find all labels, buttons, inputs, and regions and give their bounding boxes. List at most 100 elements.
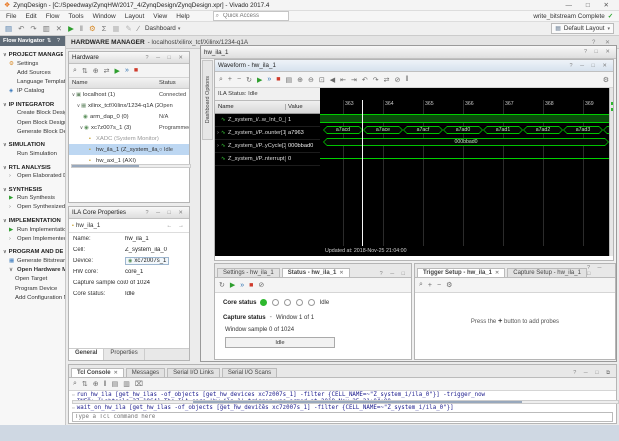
- sidebar-item-run-synthesis[interactable]: ▶Run Synthesis: [0, 194, 65, 203]
- save-icon[interactable]: ▤: [5, 24, 12, 33]
- sidebar-item-open-block-design[interactable]: Open Block Design: [0, 118, 65, 127]
- menu-flow[interactable]: Flow: [46, 13, 60, 20]
- menu-tools[interactable]: Tools: [68, 13, 83, 20]
- signal-row-interrupt[interactable]: ∿ Z_system_i/P..nterrupt_Out 0: [215, 153, 320, 166]
- collapse-icon[interactable]: ⇅: [82, 380, 88, 388]
- tree-row-localhost[interactable]: ∨ ▣ localhost (1) Connected: [69, 89, 189, 100]
- waveform-vscrollbar[interactable]: [609, 88, 613, 256]
- stop-icon[interactable]: ■: [249, 282, 253, 289]
- panel-window-controls[interactable]: ? ─ □ ✕: [146, 55, 186, 61]
- settings-gear-icon[interactable]: ⚙: [89, 24, 96, 33]
- sidebar-item-language-templates[interactable]: Language Templates: [0, 77, 65, 86]
- window-controls[interactable]: ? □ ✕: [584, 49, 613, 55]
- copy-icon[interactable]: ▤: [112, 380, 119, 388]
- export-icon[interactable]: ▤: [286, 76, 293, 84]
- dashboard-dropdown[interactable]: Dashboard ▾: [145, 25, 180, 32]
- add-probe-icon[interactable]: +: [428, 282, 432, 289]
- zoom-fit-icon[interactable]: ⊡: [319, 76, 325, 84]
- sidebar-item-open-implemented-design[interactable]: ›Open Implemented Des: [0, 234, 65, 243]
- tab-serial-io-scans[interactable]: Serial I/O Scans: [222, 368, 277, 377]
- edit-icon[interactable]: ✎: [125, 24, 131, 33]
- probe-icon[interactable]: ∕: [138, 24, 139, 33]
- tab-status[interactable]: Status - hw_ila_1✕: [282, 268, 350, 277]
- tab-tcl-console[interactable]: Tcl Console✕: [71, 368, 124, 377]
- waveform-settings-gear-icon[interactable]: ⚙: [603, 76, 609, 84]
- tcl-hscrollbar[interactable]: [72, 400, 619, 404]
- prev-next-icons[interactable]: ← →: [166, 223, 186, 229]
- sidebar-item-open-hardware-manager[interactable]: ∨Open Hardware Manag: [0, 266, 65, 275]
- sidebar-item-generate-bitstream[interactable]: ▦Generate Bitstream: [0, 256, 65, 265]
- refresh-icon[interactable]: ⇄: [104, 67, 110, 75]
- signal-row-led[interactable]: ∿ Z_system_i/..w_Int_0_LED 1: [215, 114, 320, 127]
- tab-trigger-setup[interactable]: Trigger Setup - hw_ila_1✕: [417, 268, 505, 277]
- refresh-icon[interactable]: ↻: [219, 281, 225, 289]
- hw-ila-window-titlebar[interactable]: hw_ila_1 ? □ ✕: [201, 46, 616, 59]
- tab-capture-setup[interactable]: Capture Setup - hw_ila_1: [507, 268, 587, 277]
- refresh-icon[interactable]: ↻: [246, 76, 252, 84]
- delete-icon[interactable]: ✕: [56, 24, 62, 33]
- menu-window[interactable]: Window: [93, 13, 116, 20]
- add-probe-icon[interactable]: +: [228, 76, 232, 83]
- close-icon[interactable]: ✕: [339, 270, 343, 276]
- redo-icon[interactable]: ↷: [30, 24, 36, 33]
- sidebar-item-create-block-design[interactable]: Create Block Design: [0, 109, 65, 118]
- quick-access-box[interactable]: ⌕: [213, 11, 289, 21]
- search-icon[interactable]: ⌕: [73, 380, 77, 388]
- sidebar-item-ip-catalog[interactable]: ◈IP Catalog: [0, 87, 65, 96]
- zoom-out-icon[interactable]: ⊖: [308, 76, 314, 84]
- connect-icon[interactable]: ⊕: [93, 67, 99, 75]
- menu-edit[interactable]: Edit: [25, 13, 36, 20]
- section-program-and-debug[interactable]: ∨PROGRAM AND DEBUG: [3, 249, 63, 255]
- sidebar-item-generate-block-design[interactable]: Generate Block Design: [0, 127, 65, 136]
- signal-row-dutycycle[interactable]: › ∿ Z_system_i/P..yCycle[31:0] 000bbad0: [215, 140, 320, 153]
- section-project-manager[interactable]: ∨PROJECT MANAGER: [3, 52, 63, 58]
- stop-icon[interactable]: ■: [276, 76, 280, 83]
- column-status[interactable]: Status: [159, 80, 189, 86]
- tree-row-device[interactable]: ∨ ◉ xc7z007s_1 (3) Programmed: [69, 122, 189, 133]
- run-trigger-icon[interactable]: ▶: [115, 67, 120, 75]
- gear-icon[interactable]: ⚙: [446, 281, 452, 289]
- collapse-icon[interactable]: ⇅: [82, 67, 88, 75]
- pause-icon[interactable]: ‖: [104, 381, 107, 388]
- remove-probe-icon[interactable]: −: [437, 282, 441, 289]
- clear-icon[interactable]: ⌧: [135, 380, 143, 388]
- zoom-in-icon[interactable]: ⊕: [297, 76, 303, 84]
- sidebar-item-add-sources[interactable]: Add Sources: [0, 68, 65, 77]
- search-icon[interactable]: ⌕: [219, 76, 223, 84]
- hardware-hscrollbar[interactable]: [71, 164, 191, 168]
- section-simulation[interactable]: ∨SIMULATION: [3, 142, 63, 148]
- search-icon[interactable]: ⌕: [419, 281, 423, 289]
- sidebar-item-open-target[interactable]: Open Target: [0, 275, 65, 284]
- menu-file[interactable]: File: [6, 13, 16, 20]
- tree-row-xadc[interactable]: ▪ XADC (System Monitor): [69, 133, 189, 144]
- tab-settings[interactable]: Settings - hw_ila_1: [217, 268, 280, 277]
- tab-messages[interactable]: Messages: [126, 368, 165, 377]
- run-immediate-icon[interactable]: »: [125, 67, 129, 74]
- panel-window-controls[interactable]: ? ─ □: [587, 265, 615, 277]
- tree-row-hw-ila[interactable]: ▪ hw_ila_1 (Z_system_ila_ ○ Idle: [69, 144, 189, 155]
- swap-icon[interactable]: ⇄: [384, 76, 390, 84]
- run-icon[interactable]: ▶: [68, 24, 74, 33]
- close-icon[interactable]: ✕: [114, 370, 118, 376]
- report-icon[interactable]: ▦: [112, 24, 119, 33]
- signal-row-counter[interactable]: › ∿ Z_system_i/P..ounter[19:0] a7963: [215, 127, 320, 140]
- menu-view[interactable]: View: [153, 13, 167, 20]
- scroll-lock-icon[interactable]: ⊕: [93, 380, 99, 388]
- run-trigger-icon[interactable]: ▶: [257, 76, 262, 84]
- report-icon[interactable]: ▥: [123, 380, 130, 388]
- section-ip-integrator[interactable]: ∨IP INTEGRATOR: [3, 102, 63, 108]
- section-synthesis[interactable]: ∨SYNTHESIS: [3, 187, 63, 193]
- stop-icon[interactable]: ■: [134, 67, 138, 74]
- panel-window-controls[interactable]: ? ─ □ ⧉: [573, 370, 616, 377]
- pause-icon[interactable]: ‖: [80, 24, 83, 33]
- search-icon[interactable]: ⌕: [73, 67, 77, 75]
- column-value[interactable]: Value: [285, 104, 320, 110]
- tab-serial-io-links[interactable]: Serial I/O Links: [167, 368, 220, 377]
- menu-help[interactable]: Help: [176, 13, 189, 20]
- run-immediate-icon[interactable]: »: [267, 76, 271, 83]
- window-controls[interactable]: — □ ✕: [566, 1, 615, 9]
- goto-start-icon[interactable]: ⇤: [340, 76, 346, 84]
- column-name[interactable]: Name: [69, 80, 159, 86]
- waveform-cursor[interactable]: [362, 100, 363, 246]
- menu-layout[interactable]: Layout: [125, 13, 145, 20]
